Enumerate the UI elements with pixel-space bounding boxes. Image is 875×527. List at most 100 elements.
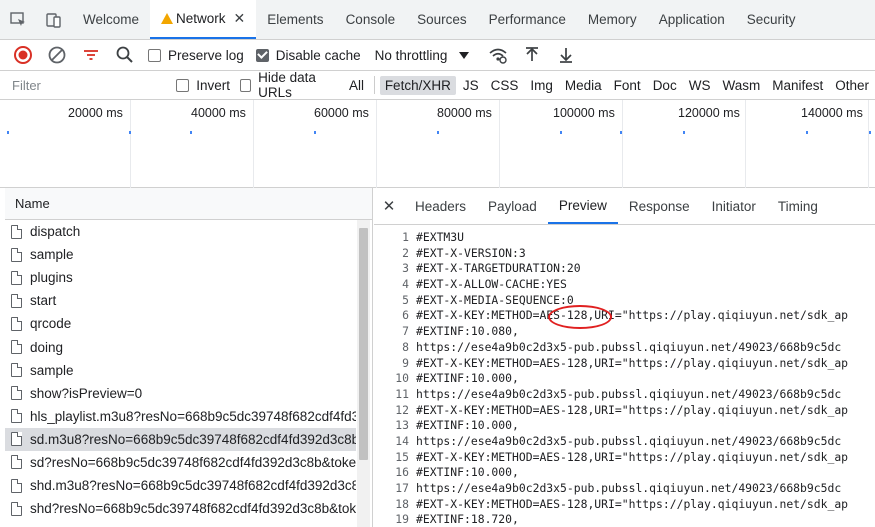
tab-timing[interactable]: Timing [767,188,829,224]
filter-type-ws[interactable]: WS [684,76,716,95]
tab-headers[interactable]: Headers [404,188,477,224]
search-button[interactable] [108,40,142,71]
line-text: #EXT-X-KEY:METHOD=AES-128,URI="https://p… [416,449,849,464]
filter-type-manifest[interactable]: Manifest [767,76,828,95]
code-line: 16 #EXTINF:10.000, [374,465,875,481]
disable-cache-checkbox[interactable]: Disable cache [255,48,361,63]
tab-preview[interactable]: Preview [547,188,618,224]
line-text: #EXT-X-KEY:METHOD=AES-128,URI="https://p… [416,308,849,323]
request-row[interactable]: doing [5,335,356,358]
network-toolbar: Preserve log Disable cache No throttling [0,40,875,71]
line-text: https://ese4a9b0c2d3x5-pub.pubssl.qiqiuy… [416,481,842,495]
checkbox-box[interactable] [240,78,252,92]
tab-performance[interactable]: Performance [478,0,577,39]
request-marker [620,131,622,134]
tick-line [622,100,623,188]
tab-network[interactable]: Network ✕ [150,0,257,39]
export-har-button[interactable] [549,40,583,71]
filter-type-all[interactable]: All [344,76,369,95]
filter-type-img[interactable]: Img [525,76,558,95]
search-icon [116,46,133,63]
filter-type-media[interactable]: Media [560,76,607,95]
request-row-selected[interactable]: sd.m3u8?resNo=668b9c5dc39748f682cdf4fd39… [5,427,356,451]
tick-line [376,100,377,188]
request-row[interactable]: sample [5,359,356,382]
filter-bar: Filter Invert Hide data URLs All Fetch/X… [0,70,875,100]
tab-memory[interactable]: Memory [577,0,648,39]
filter-input[interactable]: Filter [4,74,167,96]
filter-type-fetch-xhr[interactable]: Fetch/XHR [379,75,456,95]
tab-label: Network [176,11,226,26]
line-number: 12 [395,402,409,417]
line-text: #EXTINF:10.000, [416,465,519,480]
filter-type-other[interactable]: Other [830,76,874,95]
file-icon [11,409,22,424]
checkbox-box[interactable] [148,48,161,62]
tick-line [745,100,746,188]
filter-toggle-button[interactable] [74,40,108,71]
tab-elements[interactable]: Elements [256,0,334,39]
request-name: plugins [30,270,73,286]
tick-line [130,100,131,188]
request-row[interactable]: shd.m3u8?resNo=668b9c5dc39748f682cdf4fd3… [5,474,356,497]
tab-response[interactable]: Response [618,188,701,224]
checkbox-box[interactable] [176,78,190,92]
tick-label: 60000 ms [314,106,369,120]
network-conditions-button[interactable] [481,40,515,71]
close-details-icon[interactable]: ✕ [374,188,404,224]
tab-welcome[interactable]: Welcome [72,0,150,39]
tab-sources[interactable]: Sources [406,0,478,39]
code-line: 8 https://ese4a9b0c2d3x5-pub.pubssl.qiqiu… [374,340,875,356]
tick-line [868,100,869,188]
inspect-element-icon[interactable] [0,0,36,39]
request-row[interactable]: hls_playlist.m3u8?resNo=668b9c5dc39748f6… [5,405,356,428]
device-toolbar-icon[interactable] [36,0,72,39]
tab-initiator[interactable]: Initiator [701,188,767,224]
tab-label: Welcome [83,12,140,27]
tick-line [253,100,254,188]
request-row[interactable]: start [5,289,356,312]
line-text: #EXTINF:10.000, [416,418,519,433]
preserve-log-checkbox[interactable]: Preserve log [148,48,244,63]
request-row[interactable]: qrcode [5,312,356,335]
invert-checkbox[interactable]: Invert [176,78,230,93]
request-row[interactable]: dispatch [5,220,356,243]
preserve-log-label: Preserve log [168,47,244,63]
file-icon [11,478,22,493]
throttling-select[interactable]: No throttling [375,48,482,63]
file-icon [11,316,22,331]
clear-button[interactable] [40,40,74,71]
line-number: 10 [395,371,409,386]
request-row[interactable]: sample [5,243,356,266]
clear-icon [48,46,66,64]
timeline-overview[interactable]: 20000 ms 40000 ms 60000 ms 80000 ms 1000… [0,100,875,188]
filter-icon [84,50,98,60]
close-tab-icon[interactable]: ✕ [234,10,246,27]
line-text: #EXT-X-ALLOW-CACHE:YES [416,277,567,292]
tab-security[interactable]: Security [736,0,807,39]
line-number: 16 [395,465,409,480]
import-har-button[interactable] [515,40,549,71]
checkbox-box[interactable] [255,48,269,62]
filter-type-js[interactable]: JS [458,76,484,95]
record-button[interactable] [6,40,40,71]
filter-type-css[interactable]: CSS [486,76,524,95]
hide-data-urls-checkbox[interactable]: Hide data URLs [240,70,337,100]
request-row[interactable]: shd?resNo=668b9c5dc39748f682cdf4fd392d3c… [5,497,356,520]
filter-type-wasm[interactable]: Wasm [717,76,765,95]
filter-type-doc[interactable]: Doc [648,76,682,95]
scrollbar-thumb[interactable] [359,228,368,460]
request-row[interactable]: show?isPreview=0 [5,382,356,405]
filter-type-font[interactable]: Font [609,76,646,95]
request-list-scrollbar[interactable] [357,220,370,527]
file-icon [11,501,22,516]
tab-console[interactable]: Console [335,0,407,39]
request-row[interactable]: sd?resNo=668b9c5dc39748f682cdf4fd392d3c8… [5,451,356,474]
tab-label: Console [345,12,396,27]
tab-application[interactable]: Application [648,0,736,39]
request-row[interactable]: plugins [5,266,356,289]
column-header-name[interactable]: Name [5,188,372,220]
code-line: 11 https://ese4a9b0c2d3x5-pub.pubssl.qiqi… [374,387,875,403]
request-marker [869,131,871,134]
tab-payload[interactable]: Payload [477,188,548,224]
